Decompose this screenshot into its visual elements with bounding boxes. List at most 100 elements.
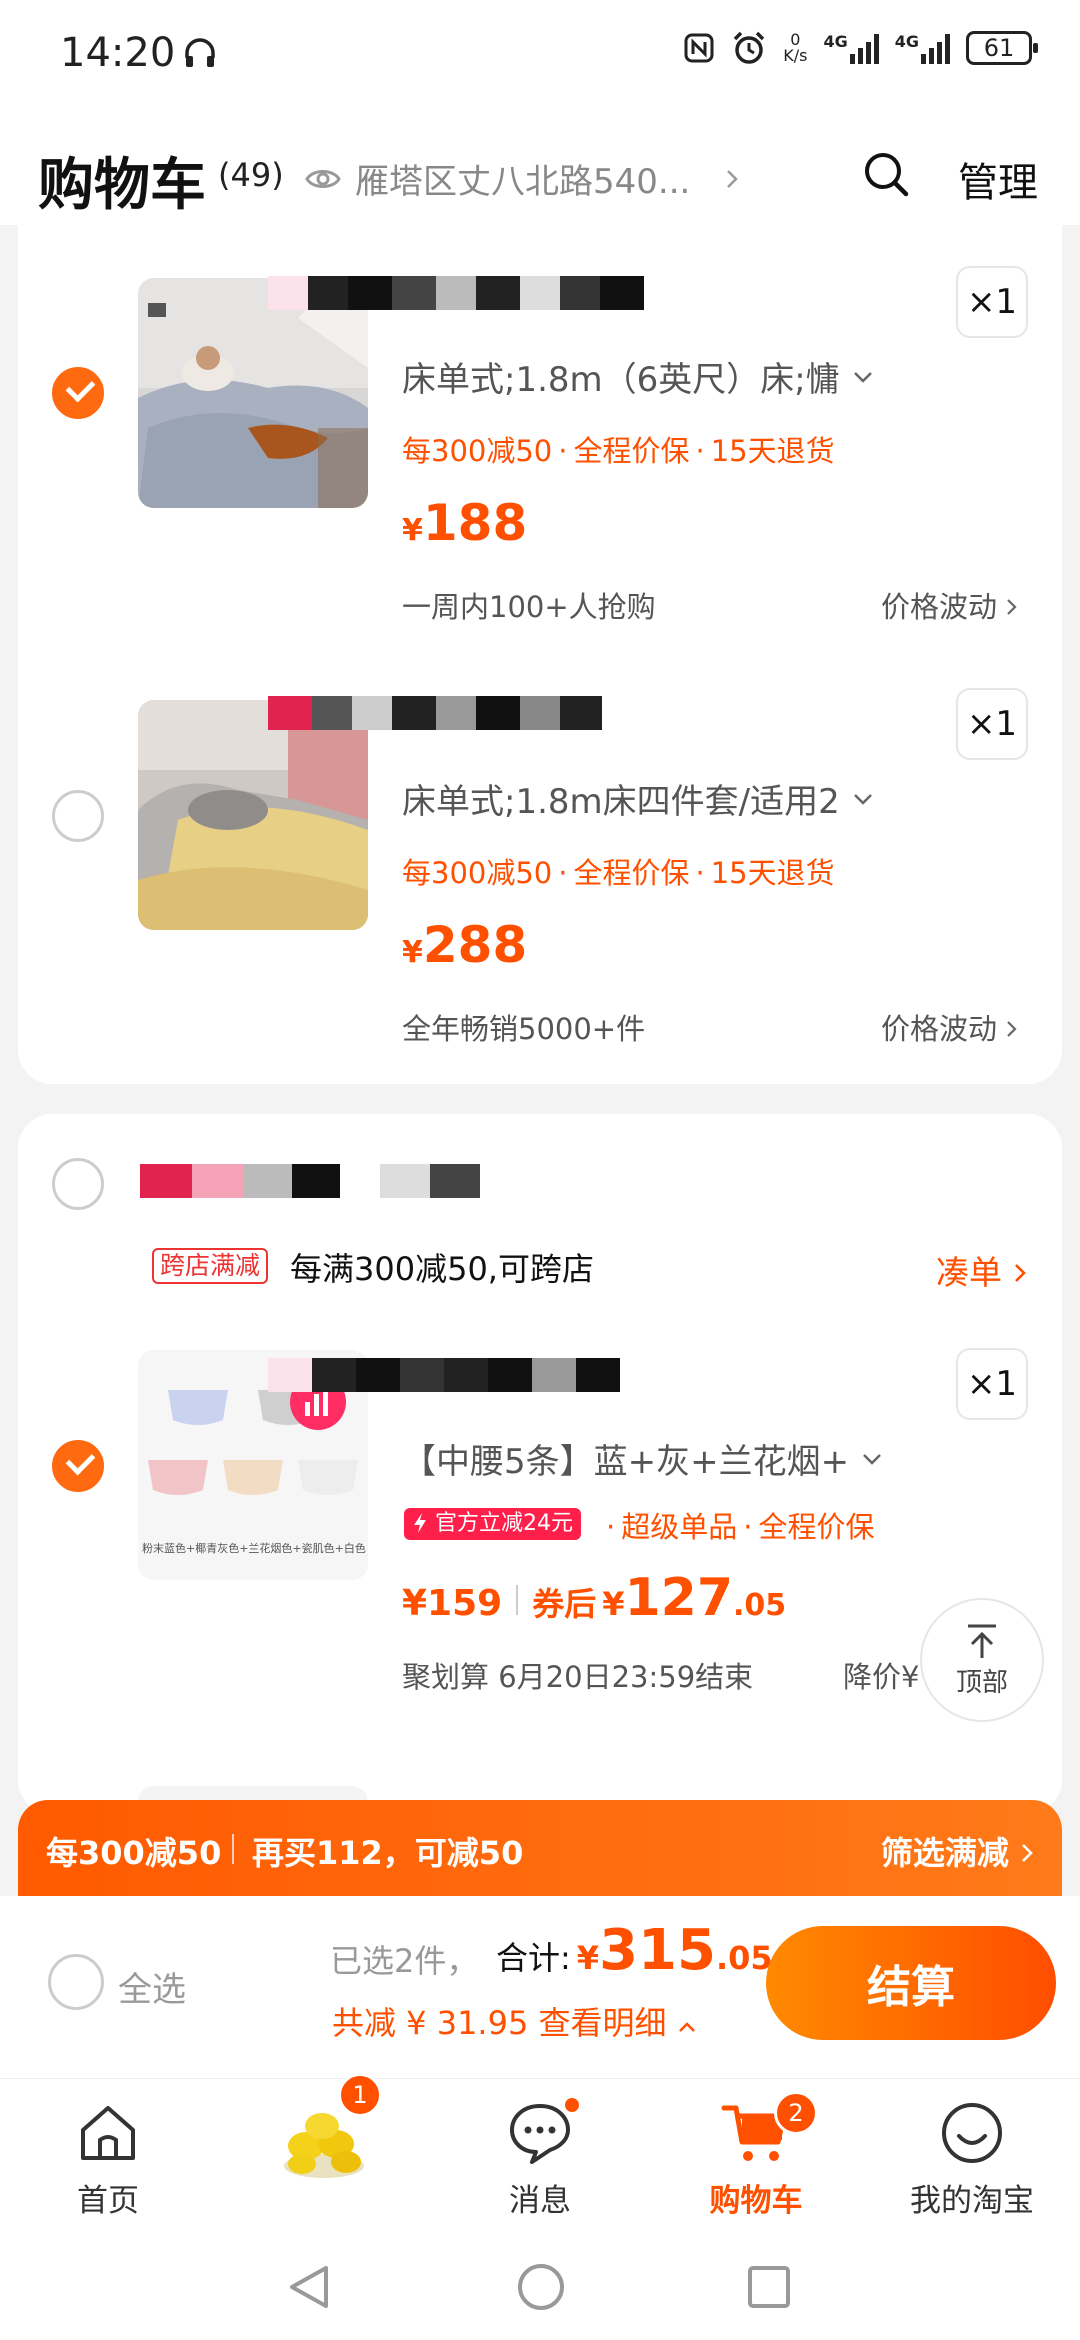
recents-nav-icon[interactable]	[746, 2264, 792, 2310]
cart-header: 购物车 (49) 雁塔区丈八北路540... 管理	[0, 110, 1080, 225]
chevron-right-icon	[1014, 1264, 1026, 1282]
home-icon	[81, 2106, 135, 2160]
chevron-down-icon	[853, 793, 872, 805]
chevron-right-icon	[1022, 1844, 1033, 1862]
search-icon	[865, 153, 909, 197]
promo-strip[interactable]: 每300减50 再买112，可减50 筛选满减	[18, 1800, 1062, 1896]
sales-hint: 一周内100+人抢购	[402, 590, 656, 624]
total-price: 合计: ¥ 315 .05	[496, 1918, 773, 1983]
tab-profile[interactable]: 我的淘宝	[864, 2079, 1080, 2231]
shop-card: ×1 床单式;1.8m（6英尺）床;慵 每300减50 · 全程价保 · 15天退货 ¥…	[18, 222, 1062, 1084]
item-price: ¥288	[402, 916, 528, 974]
product-thumbnail[interactable]	[138, 700, 368, 930]
add-on-link[interactable]: 凑单	[936, 1246, 1027, 1294]
product-title-redacted[interactable]	[268, 276, 644, 310]
promo-tags: · 超级单品 · 全程价保	[606, 1510, 875, 1544]
quantity-button[interactable]: ×1	[956, 1348, 1028, 1420]
sku-selector[interactable]: 床单式;1.8m（6英尺）床;慵	[402, 352, 874, 401]
status-bar: 14:20 0 K/s 4G 4G 61	[0, 0, 1080, 110]
filter-promo-link[interactable]: 筛选满减	[881, 1828, 1034, 1874]
back-nav-icon[interactable]	[286, 2262, 332, 2312]
original-price: ¥159	[402, 1583, 503, 1624]
bottom-tab-bar: 首页 1 消息 2 购物车 我的淘宝	[0, 2073, 1080, 2231]
net-speed: 0 K/s	[783, 30, 808, 65]
checkout-button[interactable]: 结算	[766, 1926, 1056, 2040]
cart-count: (49)	[218, 156, 284, 194]
search-button[interactable]	[862, 150, 910, 202]
profile-icon	[942, 2103, 1002, 2163]
tab-label: 首页	[77, 2183, 139, 2219]
unread-dot	[562, 2095, 582, 2115]
shop-checkbox[interactable]	[52, 1158, 104, 1210]
product-thumbnail[interactable]	[138, 278, 368, 508]
alarm-icon	[734, 31, 765, 64]
sales-hint: 全年畅销5000+件	[402, 1012, 646, 1046]
cart-badge: 2	[774, 2091, 818, 2135]
sku-selector[interactable]: 【中腰5条】蓝+灰+兰花烟+	[402, 1434, 883, 1483]
status-icons: 0 K/s 4G 4G 61	[683, 30, 1038, 66]
bedding-photo	[138, 278, 368, 508]
promo-tags: 每300减50 · 全程价保 · 15天退货	[402, 856, 835, 890]
chevron-down-icon	[853, 371, 872, 383]
tab-cart[interactable]: 2 购物车	[648, 2079, 864, 2231]
tab-label: 消息	[509, 2183, 571, 2219]
sku-text: 【中腰5条】蓝+灰+兰花烟+	[402, 1442, 850, 1482]
item-checkbox[interactable]	[52, 367, 104, 419]
signal-bars-icon	[849, 32, 879, 64]
selected-count: 已选2件，	[330, 1942, 479, 1980]
signal-1: 4G	[823, 32, 879, 64]
lightning-icon	[414, 1513, 426, 1533]
system-nav-bar	[0, 2230, 1080, 2340]
discount-detail-link[interactable]: 共减 ¥ 31.95 查看明细	[332, 1998, 697, 2044]
tab-promo[interactable]: 1	[216, 2073, 432, 2231]
chevron-right-icon	[1007, 1021, 1017, 1037]
bedding-photo	[138, 700, 368, 930]
promo-hint: 再买112，可减50	[252, 1834, 524, 1872]
product-title-redacted[interactable]	[268, 696, 602, 730]
item-checkbox[interactable]	[52, 790, 104, 842]
chevron-down-icon	[863, 1453, 881, 1465]
tab-label: 我的淘宝	[910, 2183, 1034, 2219]
sku-text: 床单式;1.8m床四件套/适用2	[402, 782, 840, 822]
arrow-up-icon	[968, 1624, 996, 1658]
tab-home[interactable]: 首页	[0, 2079, 216, 2231]
address-text: 雁塔区丈八北路540...	[355, 162, 691, 202]
official-discount-badge: 官方立减24元	[404, 1508, 581, 1540]
coupon-price: ¥159 券后 ¥ 127 .05	[402, 1568, 787, 1628]
time-text: 14:20	[60, 30, 176, 76]
page-title: 购物车	[38, 153, 206, 218]
back-to-top-button[interactable]: 顶部	[920, 1598, 1044, 1722]
cross-store-desc: 每满300减50,可跨店	[290, 1250, 594, 1288]
quantity-button[interactable]: ×1	[956, 266, 1028, 338]
promo-badge: 1	[338, 2073, 382, 2117]
sku-text: 床单式;1.8m（6英尺）床;慵	[402, 360, 840, 400]
price-trend-link[interactable]: 价格波动	[881, 1006, 1018, 1048]
promo-rule: 每300减50	[46, 1834, 222, 1872]
sku-selector[interactable]: 床单式;1.8m床四件套/适用2	[402, 774, 874, 823]
home-nav-icon[interactable]	[516, 2262, 566, 2312]
select-all-label[interactable]: 全选	[118, 1962, 186, 2011]
price-drop-hint: 降价¥	[843, 1660, 920, 1694]
nfc-icon	[684, 33, 714, 63]
promo-tags: 每300减50 · 全程价保 · 15天退货	[402, 434, 835, 468]
back-to-top-label: 顶部	[955, 1667, 1008, 1698]
delivery-address[interactable]: 雁塔区丈八北路540...	[305, 154, 740, 203]
headphones-icon	[185, 38, 216, 67]
checkout-bar: 全选 已选2件， 合计: ¥ 315 .05 共减 ¥ 31.95 查看明细 结…	[0, 1896, 1080, 2078]
product-title-redacted[interactable]	[268, 1358, 620, 1392]
divider	[232, 1834, 234, 1864]
tab-messages[interactable]: 消息	[432, 2079, 648, 2231]
tab-label: 购物车	[709, 2183, 803, 2219]
chevron-right-icon	[1007, 599, 1017, 615]
shop-name-redacted[interactable]	[140, 1164, 480, 1198]
juhuasuan-deadline: 聚划算 6月20日23:59结束	[402, 1660, 754, 1694]
select-all-checkbox[interactable]	[48, 1954, 104, 2010]
quantity-button[interactable]: ×1	[956, 688, 1028, 760]
manage-button[interactable]: 管理	[958, 150, 1038, 208]
shop-card: 跨店满减 每满300减50,可跨店 凑单 粉末蓝色+椰青灰色+兰花烟色+瓷肌色+…	[18, 1114, 1062, 1814]
chevron-up-icon	[678, 2022, 695, 2032]
price-trend-link[interactable]: 价格波动	[881, 584, 1018, 626]
item-price: ¥188	[402, 494, 528, 552]
cross-store-tag: 跨店满减	[152, 1248, 269, 1284]
item-checkbox[interactable]	[52, 1440, 104, 1492]
